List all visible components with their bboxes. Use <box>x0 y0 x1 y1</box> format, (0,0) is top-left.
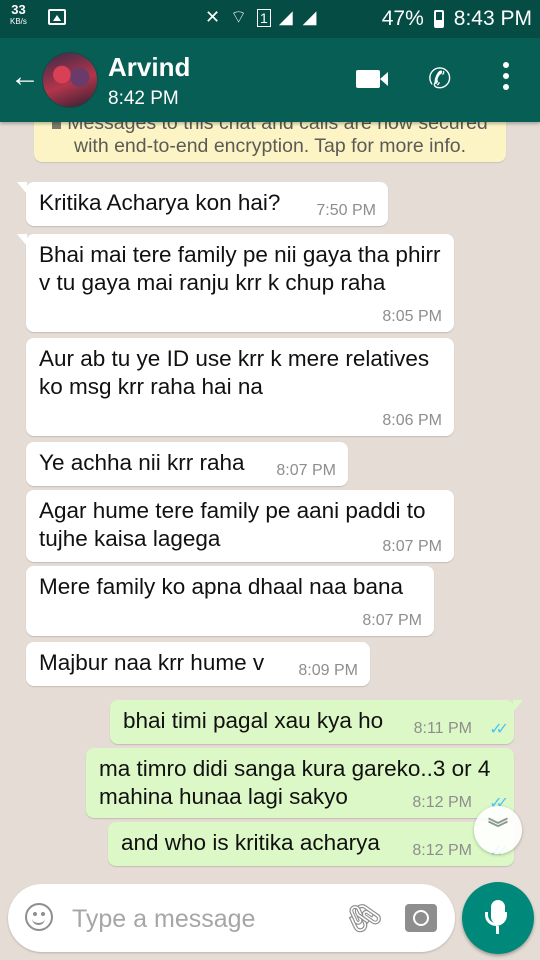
message-time: 7:50 PM <box>316 202 376 219</box>
message-time: 8:07 PM <box>276 462 336 479</box>
lock-icon <box>52 122 62 129</box>
signal-icon-2: ◢ <box>302 7 327 27</box>
video-call-icon[interactable] <box>356 70 388 88</box>
status-bar: 33 KB/s ✕⌔ 1 ◢◢ 47% 8:43 PM <box>0 0 540 38</box>
message-bubble[interactable]: Agar hume tere family pe aani paddi to t… <box>26 490 454 562</box>
avatar[interactable] <box>42 52 98 108</box>
contact-name[interactable]: Arvind <box>108 52 190 83</box>
camera-icon[interactable] <box>405 904 437 932</box>
status-right: 47% 8:43 PM <box>372 7 532 31</box>
message-input[interactable] <box>70 899 334 939</box>
last-seen: 8:42 PM <box>108 88 179 109</box>
message-bubble[interactable]: Aur ab tu ye ID use krr k mere relatives… <box>26 338 454 436</box>
battery-icon <box>433 10 444 28</box>
message-text: Aur ab tu ye ID use krr k mere relatives… <box>39 346 430 399</box>
message-text: Bhai mai tere family pe nii gaya tha phi… <box>39 242 441 295</box>
network-speed-unit: KB/s <box>10 17 27 26</box>
message-time: 8:11 PM <box>413 720 472 737</box>
sim-badge: 1 <box>257 9 271 27</box>
battery-percent: 47% <box>381 7 424 30</box>
message-bubble[interactable]: bhai timi pagal xau kya ho 8:11 PM ✓✓ <box>110 700 523 744</box>
message-bubble[interactable]: Ye achha nii krr raha 8:07 PM <box>26 442 348 486</box>
attach-icon[interactable]: 🖇 <box>337 892 389 943</box>
clock: 8:43 PM <box>453 7 532 30</box>
message-composer: 🖇 <box>8 884 455 952</box>
bubble-tail <box>17 234 27 246</box>
mute-icon: ✕ <box>205 7 231 27</box>
message-bubble[interactable]: and who is kritika acharya 8:12 PM ✓✓ <box>108 822 514 866</box>
scroll-to-bottom-button[interactable]: ︾ <box>474 806 522 854</box>
bubble-tail <box>513 700 523 712</box>
chat-area[interactable]: Messages to this chat and calls are now … <box>0 122 540 882</box>
emoji-icon[interactable] <box>25 903 53 931</box>
read-ticks-icon: ✓✓ <box>489 721 509 738</box>
encryption-notice[interactable]: Messages to this chat and calls are now … <box>34 122 506 162</box>
status-icons: ✕⌔ 1 ◢◢ <box>205 6 327 29</box>
message-bubble[interactable]: Mere family ko apna dhaal naa bana 8:07 … <box>26 566 434 636</box>
phone-call-icon[interactable]: ✆ <box>428 62 451 95</box>
encryption-line-2: with end-to-end encryption. Tap for more… <box>73 135 467 157</box>
gallery-notification-icon <box>48 9 66 25</box>
message-time: 8:12 PM <box>412 794 472 811</box>
message-time: 8:12 PM <box>412 842 472 859</box>
signal-icon: ◢ <box>278 7 303 27</box>
message-text: Mere family ko apna dhaal naa bana <box>39 574 403 599</box>
network-speed-value: 33 <box>11 2 26 17</box>
bubble-tail <box>17 182 27 194</box>
message-bubble[interactable]: Bhai mai tere family pe nii gaya tha phi… <box>17 234 454 332</box>
message-time: 8:05 PM <box>382 308 442 325</box>
message-time: 8:06 PM <box>382 412 442 429</box>
message-bubble[interactable]: Kritika Acharya kon hai? 7:50 PM <box>17 182 388 226</box>
message-time: 8:07 PM <box>382 538 442 555</box>
back-arrow-icon[interactable]: ← <box>10 62 40 92</box>
network-speed: 33 KB/s <box>10 2 27 28</box>
more-options-icon[interactable] <box>498 62 514 98</box>
wifi-icon: ⌔ <box>230 7 258 27</box>
message-bubble[interactable]: Majbur naa krr hume v 8:09 PM <box>26 642 370 686</box>
message-time: 8:09 PM <box>298 662 358 679</box>
voice-record-button[interactable] <box>462 882 534 954</box>
message-bubble[interactable]: ma timro didi sanga kura gareko..3 or 4 … <box>86 748 514 818</box>
message-time: 8:07 PM <box>362 612 422 629</box>
chat-header: ← Arvind 8:42 PM ✆ <box>0 38 540 122</box>
encryption-line-1: Messages to this chat and calls are now … <box>34 122 506 135</box>
